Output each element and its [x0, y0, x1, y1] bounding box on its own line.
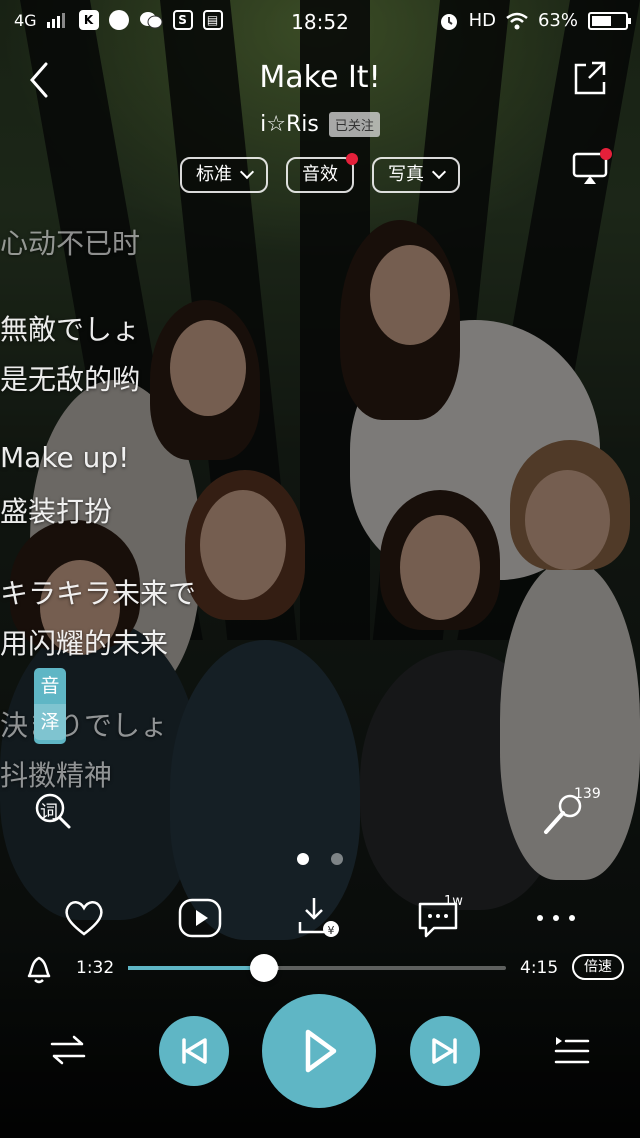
cast-button[interactable] — [572, 148, 612, 186]
option-chips: 标准 音效 写真 — [0, 153, 640, 193]
download-button[interactable]: ¥ — [296, 896, 340, 940]
artist-row: i☆Ris 已关注 — [0, 112, 640, 137]
lyric-line: 心动不已时 — [0, 227, 141, 260]
translation-toggle[interactable]: 音 泽 — [34, 668, 66, 744]
lyric-line: Make up! — [0, 441, 130, 474]
progress-thumb[interactable] — [250, 954, 279, 982]
download-icon: ¥ — [298, 898, 339, 937]
more-button[interactable] — [534, 896, 578, 940]
sound-effects-label: 音效 — [302, 164, 338, 185]
alarm-icon — [439, 11, 459, 31]
bell-icon — [27, 956, 51, 984]
progress-bar[interactable] — [128, 954, 506, 982]
notification-dot — [600, 148, 612, 160]
lyric-search-button[interactable]: 词 — [34, 792, 72, 830]
follow-status-button[interactable]: 已关注 — [328, 112, 380, 137]
heart-icon — [65, 901, 103, 936]
play-button[interactable] — [262, 994, 376, 1108]
quality-label: 标准 — [196, 164, 232, 185]
playlist-button[interactable] — [554, 1034, 590, 1066]
total-time: 4:15 — [520, 958, 559, 978]
play-mode-button[interactable] — [50, 1034, 86, 1066]
action-row: ¥ — [0, 896, 640, 942]
battery-percent: 63% — [537, 10, 578, 31]
photo-mode-selector[interactable]: 写真 — [372, 157, 460, 193]
karaoke-count: 139 — [574, 786, 601, 802]
lyric-line: キラキラ未来で — [0, 577, 197, 610]
play-icon — [305, 1029, 337, 1073]
music-video-button[interactable] — [178, 896, 222, 940]
chevron-down-icon — [239, 164, 255, 180]
next-button[interactable] — [410, 1016, 480, 1086]
svg-text:¥: ¥ — [328, 924, 335, 937]
hd-label: HD — [468, 10, 496, 31]
sleep-timer-button[interactable] — [24, 952, 54, 984]
like-button[interactable] — [62, 896, 106, 940]
translation-char: 泽 — [34, 704, 66, 740]
lyric-line: 用闪耀的未来 — [0, 627, 169, 660]
play-mode-icon — [50, 1035, 86, 1065]
playlist-icon — [554, 1037, 590, 1064]
more-icon — [537, 915, 575, 921]
status-right: HD 63% — [439, 10, 631, 31]
notification-dot — [346, 153, 358, 165]
lyric-line: 抖擞精神 — [0, 759, 113, 792]
battery-icon — [588, 11, 631, 30]
lyric-line: 盛装打扮 — [0, 495, 113, 528]
lyric-line: 決まりでしょ — [0, 709, 169, 742]
video-icon — [178, 898, 222, 938]
lyric-search-label: 词 — [40, 802, 58, 823]
share-icon — [574, 61, 606, 95]
quality-selector[interactable]: 标准 — [180, 157, 268, 193]
photo-mode-label: 写真 — [388, 164, 424, 185]
chevron-down-icon — [431, 164, 447, 180]
playback-speed-button[interactable]: 倍速 — [572, 954, 624, 980]
sound-effects-button[interactable]: 音效 — [286, 153, 358, 193]
played-bar — [128, 966, 265, 970]
share-button[interactable] — [572, 60, 608, 96]
page-dot[interactable] — [331, 853, 343, 865]
status-bar: 4G K S ▤ 18:52 HD 63% — [0, 0, 640, 44]
next-icon — [432, 1038, 457, 1064]
lyric-line: 無敵でしょ — [0, 313, 141, 346]
translation-char: 音 — [40, 675, 60, 697]
battery-fill — [592, 15, 611, 26]
current-time: 1:32 — [76, 958, 115, 978]
comment-count: 1w — [444, 894, 463, 909]
previous-icon — [182, 1038, 207, 1064]
page-indicator — [0, 853, 640, 865]
previous-button[interactable] — [159, 1016, 229, 1086]
wifi-icon — [506, 12, 528, 30]
lyric-line: 是无敌的哟 — [0, 363, 141, 396]
artist-name[interactable]: i☆Ris — [260, 112, 319, 137]
page-dot[interactable] — [297, 853, 309, 865]
song-title: Make It! — [259, 60, 381, 95]
